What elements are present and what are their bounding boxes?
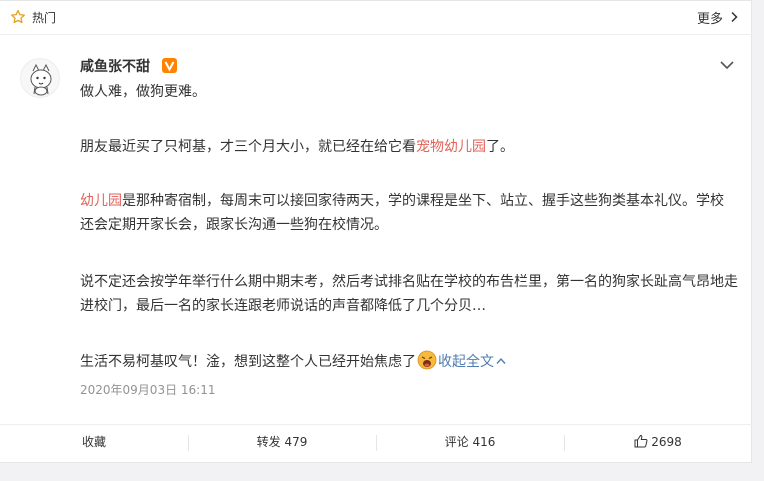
chevron-down-icon[interactable] [719, 59, 735, 71]
chevron-up-icon[interactable] [496, 357, 506, 365]
text-segment: 生活不易柯基叹气！淦，想到这整个人已经开始焦虑了 [80, 354, 416, 370]
post-text-paragraph-3: 幼儿园是那种寄宿制，每周末可以接回家待两天，学的课程是坐下、站立、握手这些狗类基… [80, 189, 730, 237]
pet-kindergarten-link[interactable]: 宠物幼儿园 [416, 139, 486, 155]
post-timestamp[interactable]: 2020年09月03日 16:11 [80, 381, 215, 398]
hot-header: 热门 更多 [0, 1, 752, 35]
username[interactable]: 咸鱼张不甜 [80, 56, 150, 76]
favorite-button[interactable]: 收藏 [0, 425, 188, 459]
star-icon [11, 9, 25, 24]
text-segment: 了。 [486, 139, 514, 155]
verified-badge-icon [162, 58, 177, 73]
chevron-right-icon[interactable] [729, 11, 739, 23]
post-action-bar: 收藏 转发 479 评论 416 2698 [0, 424, 752, 464]
post-text-line-1: 做人难，做狗更难。 [80, 84, 206, 100]
cartoon-dog-icon [30, 63, 52, 96]
kindergarten-link[interactable]: 幼儿园 [80, 193, 122, 209]
like-button[interactable]: 2698 [564, 425, 752, 459]
repost-button[interactable]: 转发 479 [188, 425, 376, 459]
collapse-full-text-link[interactable]: 收起全文 [438, 354, 494, 370]
hot-label: 热门 [32, 11, 57, 25]
text-segment: 朋友最近买了只柯基，才三个月大小，就已经在给它看 [80, 139, 416, 155]
post-text-paragraph-5: 生活不易柯基叹气！淦，想到这整个人已经开始焦虑了 收起全文 [80, 350, 740, 374]
text-segment: 是那种寄宿制，每周末可以接回家待两天，学的课程是坐下、站立、握手这些狗类基本礼仪… [80, 193, 724, 233]
anxious-face-emoji-icon [417, 350, 437, 370]
thumbs-up-icon [634, 434, 648, 448]
comment-button[interactable]: 评论 416 [376, 425, 564, 459]
post-text-paragraph-2: 朋友最近买了只柯基，才三个月大小，就已经在给它看宠物幼儿园了。 [80, 135, 740, 159]
more-link[interactable]: 更多 [697, 8, 723, 27]
like-count: 2698 [651, 435, 682, 449]
weibo-post-card: 热门 更多 咸鱼张不甜 做人难，做狗更难。 朋友最近买了只柯基，才三个月大小，就… [0, 0, 752, 463]
post-text-paragraph-4: 说不定还会按学年举行什么期中期末考，然后考试排名贴在学校的布告栏里，第一名的狗家… [80, 274, 738, 314]
avatar[interactable] [20, 58, 60, 98]
